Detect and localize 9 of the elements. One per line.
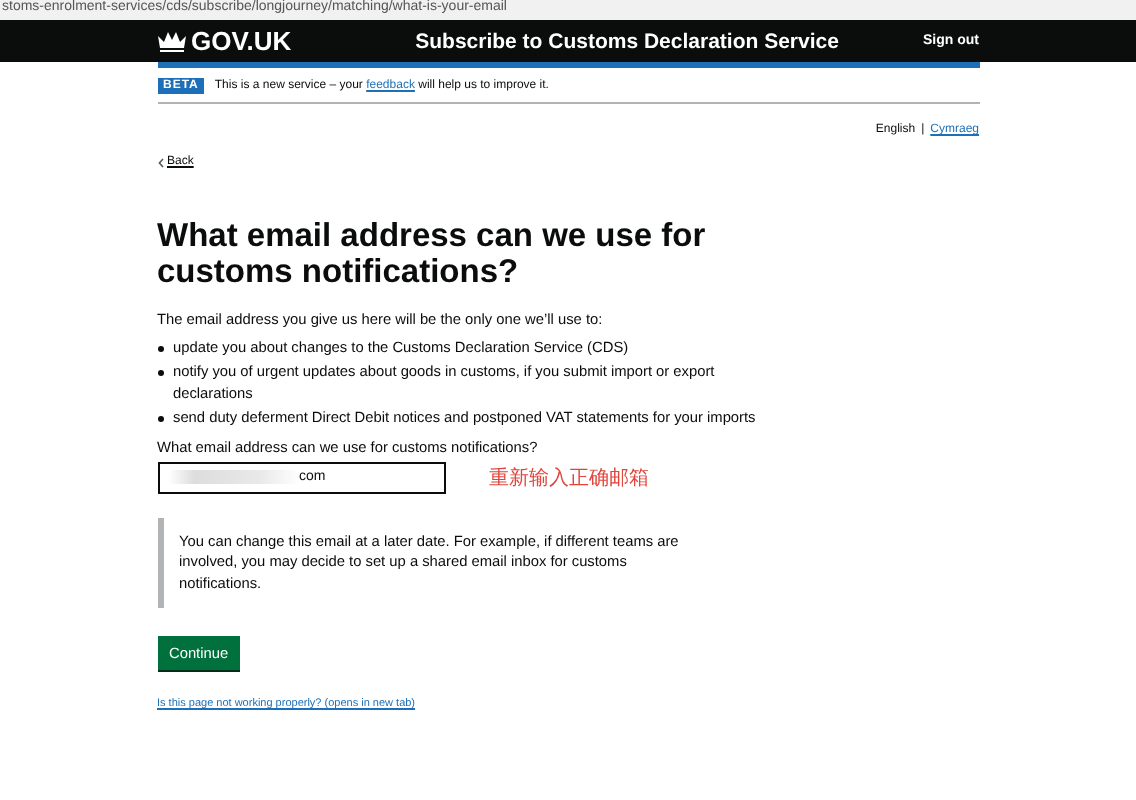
crown-icon [157, 30, 185, 52]
service-name[interactable]: Subscribe to Customs Declaration Service [291, 29, 923, 53]
page-heading: What email address can we use for customs notifications? [157, 217, 708, 289]
chevron-icon [157, 157, 163, 167]
bullet-icon [157, 370, 163, 376]
bullet-icon [157, 345, 163, 351]
annotation-text: 重新输入正确邮箱 [489, 465, 649, 491]
bullet-icon [157, 416, 163, 422]
logo[interactable]: GOV.UK [157, 26, 292, 56]
